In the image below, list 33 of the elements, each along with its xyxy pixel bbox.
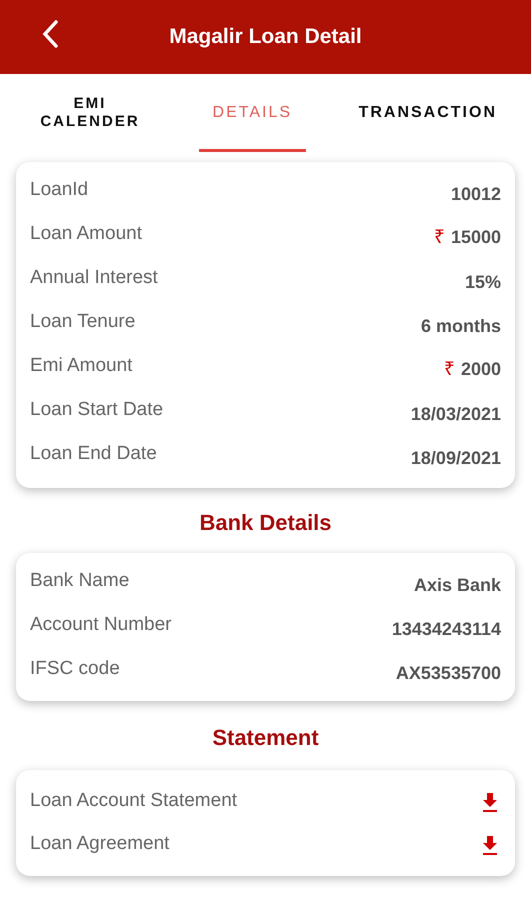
field-label: Loan Tenure	[30, 310, 136, 334]
field-value: 15%	[464, 271, 501, 294]
tab[interactable]: DETAILS	[198, 74, 306, 152]
field-value: 18/03/2021	[410, 403, 501, 426]
field-value: 18/09/2021	[410, 447, 501, 470]
page-title: Magalir Loan Detail	[169, 24, 362, 50]
download-icon	[481, 834, 499, 856]
currency-symbol: ₹	[444, 358, 455, 382]
field-value: Axis Bank	[414, 574, 501, 597]
field-value: 13434243114	[392, 618, 501, 641]
field-label: Loan Amount	[30, 222, 142, 246]
field-value: 6 months	[420, 315, 501, 338]
document-label: Loan Agreement	[30, 832, 170, 856]
tab[interactable]: EMI CALENDER	[20, 74, 160, 152]
field-label: Account Number	[30, 613, 172, 637]
field-value: AX53535700	[396, 662, 501, 685]
field-label: Bank Name	[30, 569, 130, 593]
field-label: Loan End Date	[30, 442, 157, 466]
field-label: Annual Interest	[30, 266, 158, 290]
field-label: IFSC code	[30, 657, 120, 681]
section-title: Bank Details	[198, 509, 333, 537]
field-value: 2000	[460, 358, 501, 382]
tab[interactable]: TRANSACTION	[344, 74, 511, 152]
document-label: Loan Account Statement	[30, 789, 238, 814]
field-label: Loan Start Date	[30, 398, 164, 422]
field-value: 15000	[450, 226, 501, 250]
currency-symbol: ₹	[434, 226, 445, 250]
field-value: 10012	[450, 183, 501, 206]
field-label: LoanId	[30, 178, 88, 202]
section-title: Statement	[211, 724, 320, 752]
field-label: Emi Amount	[30, 354, 132, 378]
back-icon	[41, 19, 59, 49]
download-icon	[481, 790, 499, 812]
